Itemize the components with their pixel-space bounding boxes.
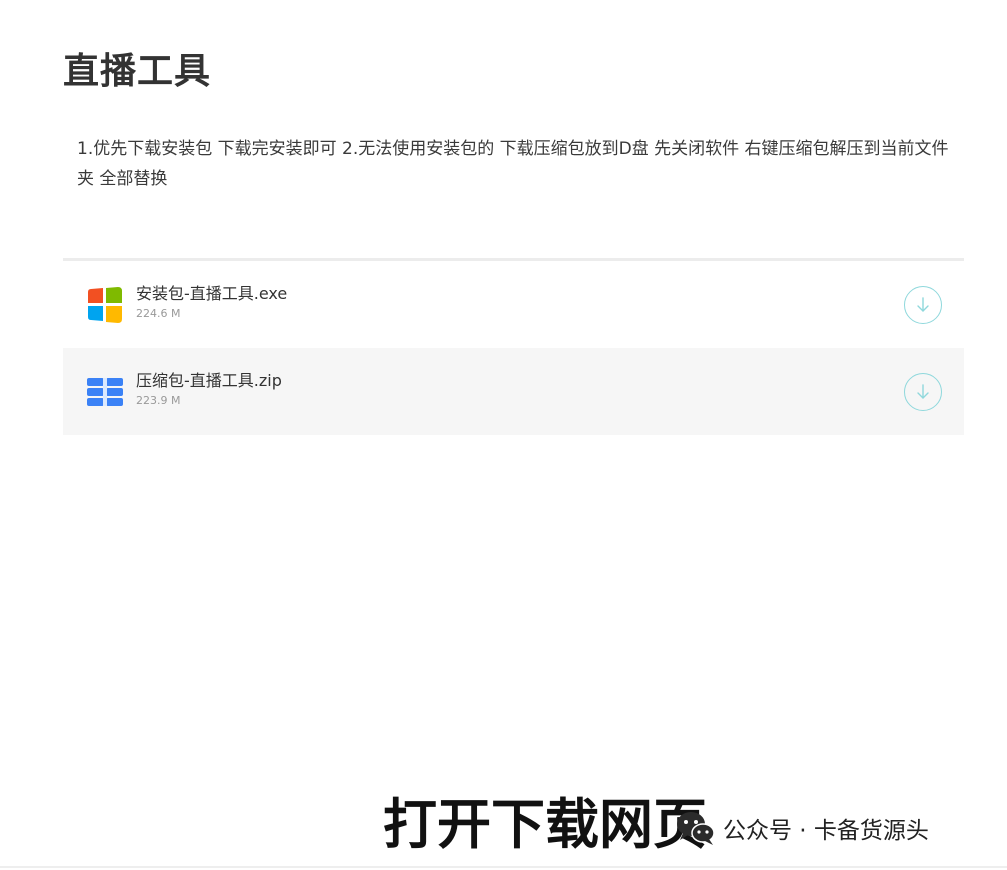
download-arrow-icon: [917, 296, 929, 312]
brand-text: 公众号 · 卡备货源头: [723, 818, 929, 844]
file-row-zip[interactable]: 压缩包-直播工具.zip 223.9 M: [63, 348, 964, 435]
download-button[interactable]: [904, 285, 942, 324]
brand-watermark: 公众号 · 卡备货源头: [675, 808, 929, 848]
file-row-exe[interactable]: 安装包-直播工具.exe 224.6 M: [63, 261, 964, 348]
divider: [0, 866, 1007, 868]
file-list: 安装包-直播工具.exe 224.6 M 压缩包-直播工具.zip 223.9 …: [63, 258, 964, 435]
zip-archive-icon: [87, 377, 123, 406]
windows-icon: [88, 286, 122, 323]
download-arrow-icon: [917, 383, 929, 399]
caption-text: 打开下载网页: [382, 792, 708, 857]
wechat-icon: [677, 812, 715, 845]
download-button[interactable]: [904, 372, 942, 411]
file-size: 223.9 M: [136, 394, 181, 407]
file-info: 安装包-直播工具.exe 224.6 M: [136, 283, 287, 322]
page-title: 直播工具: [63, 51, 212, 92]
file-name[interactable]: 压缩包-直播工具.zip: [136, 370, 282, 392]
file-size: 224.6 M: [136, 307, 181, 320]
file-name[interactable]: 安装包-直播工具.exe: [136, 283, 287, 305]
caption-overlay: 打开下载网页: [382, 783, 708, 857]
instructions-text: 1.优先下载安装包 下载完安装即可 2.无法使用安装包的 下载压缩包放到D盘 先…: [77, 139, 949, 189]
download-page: 直播工具 1.优先下载安装包 下载完安装即可 2.无法使用安装包的 下载压缩包放…: [0, 0, 1007, 870]
file-info: 压缩包-直播工具.zip 223.9 M: [136, 370, 282, 409]
